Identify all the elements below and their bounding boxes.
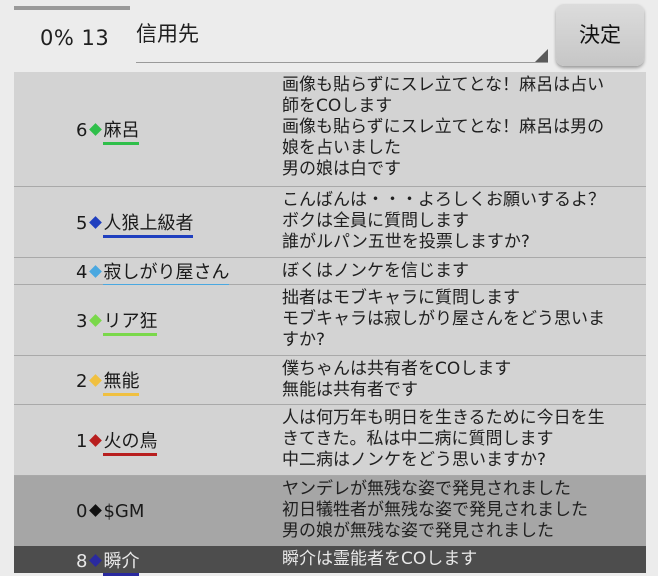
player-color-diamond-icon — [89, 553, 103, 567]
message-line: 無能は共有者です — [282, 380, 418, 400]
speaker-name[interactable]: 麻呂 — [103, 120, 140, 145]
speaker-name[interactable]: 人狼上級者 — [103, 213, 194, 238]
message-line: 娘を占いました — [282, 138, 401, 158]
speaker-name[interactable]: 火の鳥 — [103, 431, 158, 456]
message-line: 画像も貼らずにスレ立てとな！麻呂は占い — [282, 75, 605, 95]
speaker-number: 5 — [76, 213, 88, 234]
speaker-cell: 4 寂しがり屋さん — [14, 258, 276, 287]
chat-log-row: 5 人狼上級者 こんばんは・・・よろしくお願いするよ？ ボクは全員に質問します 誰がルパ… — [14, 187, 646, 258]
message-line: 師をCOします — [282, 96, 393, 116]
speaker-cell: 8 瞬介 — [14, 546, 276, 576]
message-text: 画像も貼らずにスレ立てとな！麻呂は占い 師をCOします 画像も貼らずにスレ立てとな！… — [282, 72, 646, 183]
speaker-name[interactable]: リア狂 — [103, 311, 158, 336]
chat-log[interactable]: 6 麻呂 画像も貼らずにスレ立てとな！麻呂は占い 師をCOします 画像も貼らずにスレ立て… — [14, 72, 646, 576]
speaker-name[interactable]: 瞬介 — [103, 550, 140, 576]
chat-log-row: 6 麻呂 画像も貼らずにスレ立てとな！麻呂は占い 師をCOします 画像も貼らずにスレ立て… — [14, 72, 646, 187]
message-line: 初日犠牲者が無残な姿で発見されました — [282, 500, 588, 520]
speaker-name[interactable]: $GM — [103, 501, 144, 526]
player-color-diamond-icon — [89, 434, 103, 447]
chat-log-row: 4 寂しがり屋さん ぼくはノンケを信じます — [14, 258, 646, 287]
chat-log-row: 2 無能 僕ちゃんは共有者をCOします 無能は共有者です — [14, 356, 646, 405]
message-line: 拙者はモブキャラに質問します — [282, 288, 520, 308]
message-line: 男の娘が無残な姿で発見されました — [282, 521, 554, 541]
message-text: ぼくはノンケを信じます — [282, 258, 646, 285]
speaker-cell: 3 リア狂 — [14, 285, 276, 355]
message-line: 瞬介は霊能者をCOします — [282, 549, 478, 569]
message-line: きてきた。私は中二病に質問します — [282, 429, 554, 449]
vote-counter: 0% 13 — [40, 26, 110, 50]
player-color-diamond-icon — [89, 265, 103, 278]
chat-log-row: 1 火の鳥 人は何万年も明日を生きるために今日を生 きてきた。私は中二病に質問します中… — [14, 405, 646, 476]
player-color-diamond-icon — [89, 374, 103, 387]
speaker-cell: 2 無能 — [14, 356, 276, 404]
player-color-diamond-icon — [89, 503, 103, 517]
speaker-number: 8 — [76, 550, 88, 572]
speaker-number: 1 — [76, 431, 88, 452]
message-line: 誰がルパン五世を投票しますか? — [282, 232, 530, 252]
chat-log-row: 8 瞬介 瞬介は霊能者をCOします — [14, 546, 646, 576]
speaker-number: 3 — [76, 311, 88, 332]
speaker-name[interactable]: 無能 — [103, 371, 140, 396]
message-line: 人は何万年も明日を生きるために今日を生 — [282, 408, 605, 428]
player-color-diamond-icon — [89, 123, 103, 136]
message-text: 人は何万年も明日を生きるために今日を生 きてきた。私は中二病に質問します 中二病はノ… — [282, 405, 646, 474]
trust-target-label: 信用先 — [136, 22, 199, 46]
decide-button[interactable]: 決定 — [556, 4, 644, 66]
message-line: 画像も貼らずにスレ立てとな！麻呂は男の — [282, 117, 605, 137]
chat-log-row: 0 $GM ヤンデレが無残な姿で発見されました 初日犠牲者が無残な姿で発見されました男… — [14, 476, 646, 546]
top-bar: 0% 13 信用先 決定 — [0, 0, 658, 70]
message-line: 男の娘は白です — [282, 159, 401, 179]
speaker-cell: 6 麻呂 — [14, 72, 276, 186]
speaker-number: 2 — [76, 371, 88, 392]
message-text: 拙者はモブキャラに質問します モブキャラは寂しがり屋さんをどう思いま すか? — [282, 285, 646, 354]
message-line: ボクは全員に質問します — [282, 211, 469, 231]
speaker-number: 4 — [76, 262, 88, 283]
message-line: すか? — [282, 330, 326, 350]
message-text: 瞬介は霊能者をCOします — [282, 546, 646, 573]
message-line: こんばんは・・・よろしくお願いするよ？ — [282, 190, 605, 210]
message-line: ヤンデレが無残な姿で発見されました — [282, 479, 571, 499]
speaker-cell: 0 $GM — [14, 476, 276, 546]
message-text: ヤンデレが無残な姿で発見されました 初日犠牲者が無残な姿で発見されました 男の娘が無… — [282, 476, 646, 545]
message-line: 中二病はノンケをどう思いますか? — [282, 450, 547, 470]
message-line: ぼくはノンケを信じます — [282, 261, 469, 281]
speaker-number: 0 — [76, 500, 88, 522]
speaker-cell: 5 人狼上級者 — [14, 187, 276, 257]
speaker-number: 6 — [76, 120, 88, 141]
message-text: 僕ちゃんは共有者をCOします 無能は共有者です — [282, 356, 646, 404]
speaker-cell: 1 火の鳥 — [14, 405, 276, 475]
progress-bar — [14, 6, 130, 10]
message-line: 僕ちゃんは共有者をCOします — [282, 359, 512, 379]
player-color-diamond-icon — [89, 216, 103, 229]
message-line: モブキャラは寂しがり屋さんをどう思いま — [282, 309, 605, 329]
player-color-diamond-icon — [89, 314, 103, 327]
chat-log-row: 3 リア狂 拙者はモブキャラに質問します モブキャラは寂しがり屋さんをどう思いま すか? — [14, 285, 646, 356]
dropdown-indicator-icon — [535, 49, 548, 62]
speaker-name[interactable]: 寂しがり屋さん — [103, 262, 230, 287]
message-text: こんばんは・・・よろしくお願いするよ？ ボクは全員に質問します 誰がルパン五世を投票… — [282, 187, 646, 256]
trust-target-dropdown[interactable]: 信用先 — [136, 16, 548, 63]
